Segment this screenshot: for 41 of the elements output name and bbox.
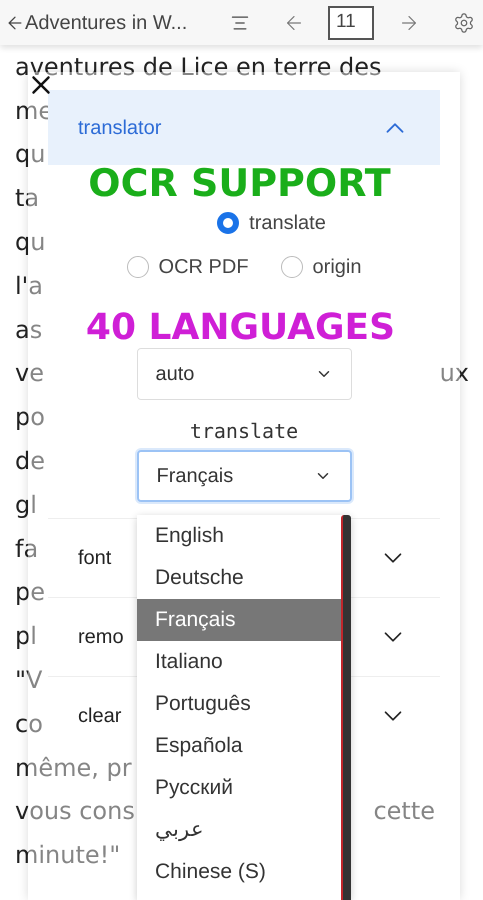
book-text: fa <box>15 534 38 565</box>
book-title: Adventures in W... <box>25 10 188 36</box>
book-text: as <box>15 314 42 346</box>
book-text: ta <box>15 183 40 214</box>
book-text: "V <box>15 665 42 696</box>
dropdown-option[interactable]: Española <box>137 725 341 767</box>
book-text: l'a <box>15 270 43 302</box>
page-field[interactable]: 11 <box>328 6 374 40</box>
radio-option[interactable]: translate <box>217 208 326 238</box>
book-text: minute!" <box>15 840 120 872</box>
book-text: gl <box>15 490 37 521</box>
dropdown-option[interactable]: Deutsche <box>137 557 341 599</box>
book-text: aventures de Lice en terre des <box>15 52 382 83</box>
radio-option[interactable]: origin <box>280 252 362 282</box>
book-text: pe <box>15 577 45 608</box>
dropdown-option[interactable]: عربي <box>137 809 341 851</box>
dropdown-option[interactable]: Italiano <box>137 641 341 683</box>
dropdown-option[interactable]: Chinese (S) <box>137 851 341 893</box>
book-text: qu <box>15 139 46 170</box>
radio-option[interactable]: OCR PDF <box>126 252 249 282</box>
dropdown-option[interactable]: English <box>137 515 341 557</box>
accordion-header[interactable]: translator <box>48 90 440 165</box>
book-text: de <box>15 446 45 478</box>
scrollbar[interactable] <box>341 515 351 900</box>
dropdown-option[interactable]: Русский <box>137 767 341 809</box>
book-text: même, pr <box>15 752 132 784</box>
book-text: pl <box>15 621 37 652</box>
field-label: translate <box>190 418 298 445</box>
language-select[interactable]: auto <box>136 348 352 400</box>
promo-caption: 40 LANGUAGES <box>86 306 396 350</box>
book-text: po <box>15 402 45 434</box>
book-text: cette <box>373 796 435 828</box>
settings-icon[interactable] <box>453 12 475 34</box>
book-text: co <box>15 708 43 740</box>
dropdown-option[interactable]: Français <box>137 599 341 641</box>
book-text: vous cons <box>15 796 135 828</box>
language-select[interactable]: Français <box>136 450 352 502</box>
book-text: qu <box>15 227 46 258</box>
book-text: ux <box>440 358 469 390</box>
dropdown-option[interactable]: Português <box>137 683 341 725</box>
book-text: ve <box>15 358 44 390</box>
